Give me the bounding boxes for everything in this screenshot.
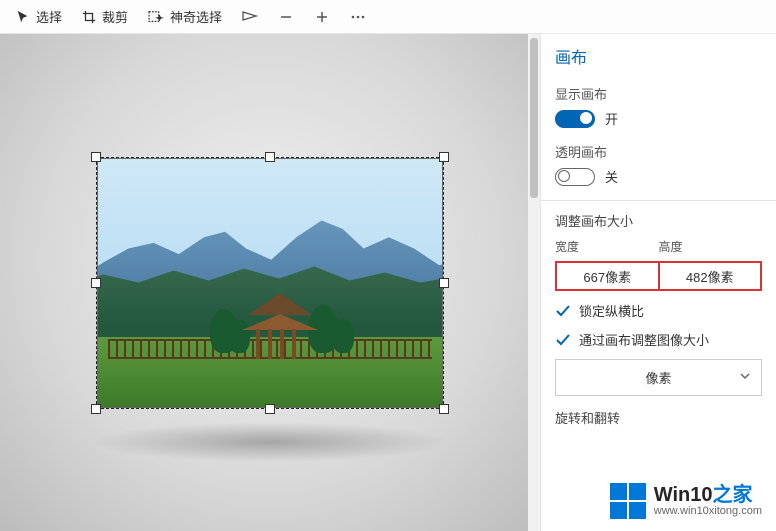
plus-icon bbox=[315, 10, 329, 24]
canvas-image[interactable] bbox=[97, 158, 443, 408]
flag-icon bbox=[242, 10, 258, 24]
chevron-down-icon bbox=[739, 370, 751, 385]
show-canvas-toggle[interactable] bbox=[555, 110, 595, 128]
width-label: 宽度 bbox=[555, 238, 659, 255]
3d-view-tool[interactable] bbox=[234, 6, 266, 28]
lock-aspect-checkbox[interactable]: 锁定纵横比 bbox=[555, 301, 762, 320]
check-icon bbox=[555, 303, 571, 319]
resize-handle-br[interactable] bbox=[439, 404, 449, 414]
magic-select-label: 神奇选择 bbox=[170, 7, 222, 26]
divider bbox=[541, 200, 776, 201]
height-input[interactable]: 482像素 bbox=[659, 261, 763, 291]
resize-handle-bc[interactable] bbox=[265, 404, 275, 414]
show-canvas-label: 显示画布 bbox=[555, 84, 762, 103]
check-icon bbox=[555, 332, 571, 348]
vertical-scrollbar[interactable] bbox=[528, 34, 540, 531]
resize-handle-tr[interactable] bbox=[439, 152, 449, 162]
rotate-heading: 旋转和翻转 bbox=[555, 408, 762, 427]
sidebar: 画布 显示画布 开 透明画布 关 调整画布大小 宽度 667像素 高度 bbox=[540, 34, 776, 531]
width-input[interactable]: 667像素 bbox=[555, 261, 659, 291]
resize-handle-tl[interactable] bbox=[91, 152, 101, 162]
magic-select-tool[interactable]: 神奇选择 bbox=[140, 3, 230, 30]
toolbar: 选择 裁剪 神奇选择 bbox=[0, 0, 776, 34]
select-label: 选择 bbox=[36, 7, 62, 26]
canvas-selection[interactable] bbox=[97, 158, 443, 408]
zoom-out-button[interactable] bbox=[270, 6, 302, 28]
resize-handle-bl[interactable] bbox=[91, 404, 101, 414]
select-tool[interactable]: 选择 bbox=[8, 3, 70, 30]
windows-logo-icon bbox=[610, 483, 646, 519]
crop-tool[interactable]: 裁剪 bbox=[74, 3, 136, 30]
transparent-canvas-state: 关 bbox=[605, 167, 618, 186]
zoom-in-button[interactable] bbox=[306, 6, 338, 28]
crop-icon bbox=[82, 10, 96, 24]
unit-select-value: 像素 bbox=[645, 368, 671, 387]
unit-select[interactable]: 像素 bbox=[555, 359, 762, 396]
more-button[interactable] bbox=[342, 6, 374, 28]
canvas-area[interactable] bbox=[0, 34, 540, 531]
ellipsis-icon bbox=[350, 10, 366, 24]
scrollbar-thumb[interactable] bbox=[530, 38, 538, 198]
watermark-brand: Win10之家 bbox=[654, 485, 762, 505]
sidebar-title: 画布 bbox=[555, 42, 762, 78]
crop-label: 裁剪 bbox=[102, 7, 128, 26]
lock-aspect-label: 锁定纵横比 bbox=[579, 301, 644, 320]
watermark-url: www.win10xitong.com bbox=[654, 505, 762, 517]
resize-handle-mr[interactable] bbox=[439, 278, 449, 288]
cursor-icon bbox=[16, 10, 30, 24]
transparent-canvas-toggle[interactable] bbox=[555, 168, 595, 186]
watermark: Win10之家 www.win10xitong.com bbox=[606, 481, 766, 521]
magic-select-icon bbox=[148, 10, 164, 24]
show-canvas-state: 开 bbox=[605, 109, 618, 128]
resize-image-label: 通过画布调整图像大小 bbox=[579, 330, 709, 349]
resize-handle-tc[interactable] bbox=[265, 152, 275, 162]
resize-handle-ml[interactable] bbox=[91, 278, 101, 288]
minus-icon bbox=[279, 10, 293, 24]
height-label: 高度 bbox=[659, 238, 763, 255]
transparent-canvas-label: 透明画布 bbox=[555, 142, 762, 161]
canvas-shadow bbox=[90, 422, 450, 462]
resize-heading: 调整画布大小 bbox=[555, 211, 762, 230]
resize-image-checkbox[interactable]: 通过画布调整图像大小 bbox=[555, 330, 762, 349]
